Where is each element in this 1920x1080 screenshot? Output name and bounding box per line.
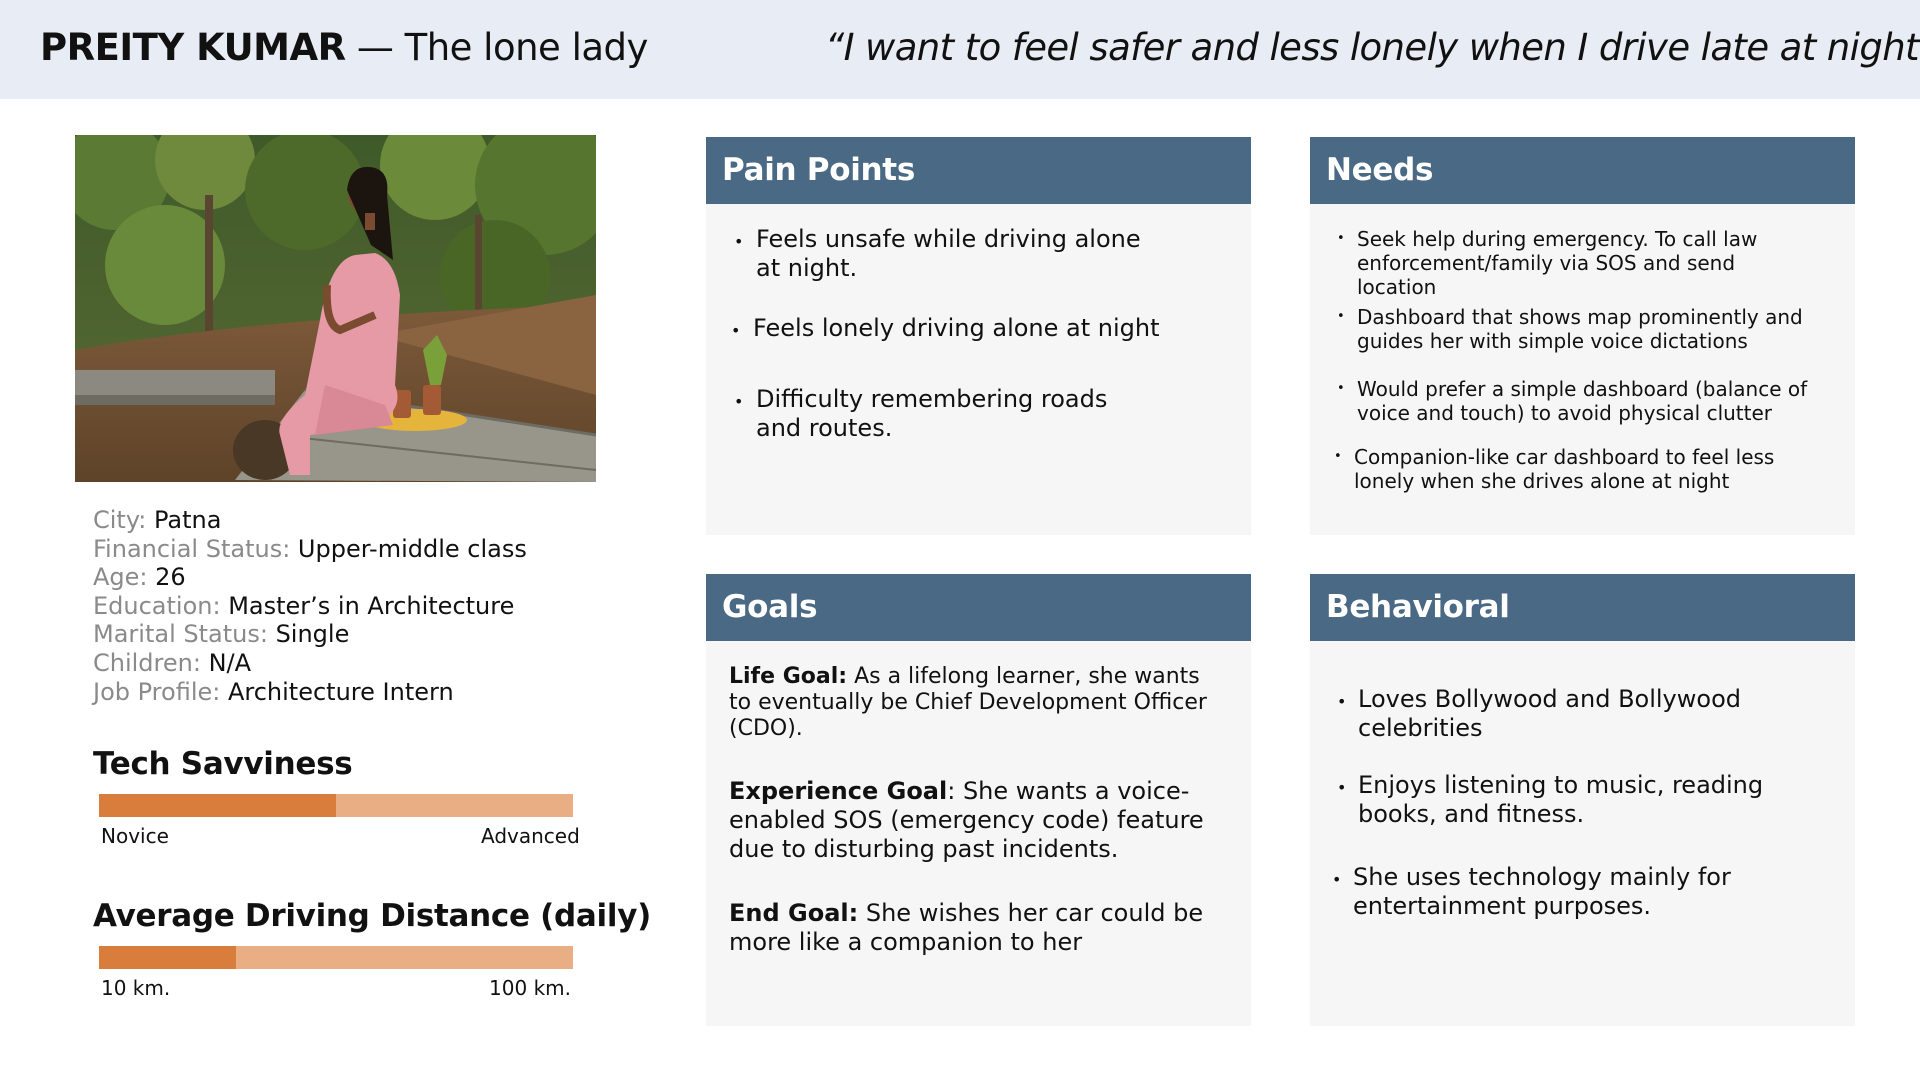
header-band: PREITY KUMAR — The lone lady “I want to … (0, 0, 1920, 99)
behavior-text: Loves Bollywood and Bollywood celebritie… (1358, 685, 1741, 742)
behavioral-card: Behavioral • Loves Bollywood and Bollywo… (1310, 574, 1855, 1026)
profile-label: Children: (93, 648, 209, 677)
profile-label: Marital Status: (93, 620, 276, 649)
bullet: • (1337, 778, 1347, 797)
goal-label: Experience Goal (729, 777, 948, 805)
driving-distance-track (99, 946, 573, 969)
profile-value: Upper-middle class (297, 534, 527, 563)
profile-row-city: City: Patna (93, 506, 527, 535)
tech-savviness-max-label: Advanced (481, 824, 580, 848)
goal-label: End Goal: (729, 899, 859, 927)
bullet: • (1332, 870, 1342, 889)
pain-point-text: Feels lonely driving alone at night (753, 314, 1160, 342)
need-text: Dashboard that shows map prominently and… (1357, 305, 1803, 353)
driving-distance-min-label: 10 km. (101, 976, 171, 1000)
profile-label: Job Profile: (93, 677, 228, 706)
bullet: • (1337, 692, 1347, 711)
profile-value: Patna (154, 506, 222, 534)
bullet: • (734, 392, 744, 411)
profile-row-education: Education: Master’s in Architecture (93, 592, 527, 621)
bullet: • (1337, 309, 1345, 324)
bullet: • (731, 321, 741, 340)
goals-card: Goals Life Goal: As a lifelong learner, … (706, 574, 1251, 1026)
need-text: Seek help during emergency. To call law … (1357, 227, 1758, 299)
profile-row-financial-status: Financial Status: Upper-middle class (93, 535, 527, 564)
pain-point-text: Difficulty remembering roads and routes. (756, 385, 1108, 442)
profile-value: 26 (155, 563, 186, 592)
profile-label: Education: (93, 591, 229, 620)
profile-value: N/A (208, 648, 252, 677)
needs-card: Needs • Seek help during emergency. To c… (1310, 137, 1855, 535)
bullet: • (1337, 381, 1345, 396)
needs-title: Needs (1326, 152, 1434, 188)
bullet: • (1337, 231, 1345, 246)
goal-label: Life Goal: (729, 664, 848, 689)
tech-savviness-min-label: Novice (101, 824, 169, 848)
needs-header: Needs (1310, 137, 1855, 204)
persona-photo (75, 135, 596, 482)
need-text: Companion-like car dashboard to feel les… (1354, 445, 1775, 493)
persona-quote: “I want to feel safer and less lonely wh… (825, 26, 1920, 69)
tech-savviness-track (99, 794, 573, 817)
pain-point-text: Feels unsafe while driving alone at nigh… (756, 225, 1141, 282)
bullet: • (1334, 449, 1342, 464)
life-goal: Life Goal: As a lifelong learner, she wa… (729, 664, 1219, 742)
pain-points-title: Pain Points (722, 152, 915, 188)
tech-savviness-title: Tech Savviness (93, 746, 353, 782)
profile-value: Single (275, 620, 350, 649)
profile-facts: City: Patna Financial Status: Upper-midd… (93, 506, 527, 706)
tech-savviness-fill (99, 794, 336, 817)
profile-value: Architecture Intern (227, 677, 454, 706)
pain-points-card: Pain Points • Feels unsafe while driving… (706, 137, 1251, 535)
persona-name: PREITY KUMAR (40, 26, 346, 69)
behavioral-title: Behavioral (1326, 589, 1510, 625)
bullet: • (734, 232, 744, 251)
experience-goal: Experience Goal: She wants a voice-enabl… (729, 777, 1229, 864)
behavior-text: She uses technology mainly for entertain… (1353, 863, 1731, 920)
pain-points-header: Pain Points (706, 137, 1251, 204)
profile-label: City: (93, 506, 155, 534)
behavioral-header: Behavioral (1310, 574, 1855, 641)
profile-row-children: Children: N/A (93, 649, 527, 678)
goals-title: Goals (722, 589, 818, 625)
driving-distance-title: Average Driving Distance (daily) (93, 898, 651, 934)
profile-label: Age: (93, 563, 156, 592)
need-text: Would prefer a simple dashboard (balance… (1357, 377, 1808, 425)
profile-row-job-profile: Job Profile: Architecture Intern (93, 678, 527, 707)
profile-row-marital-status: Marital Status: Single (93, 620, 527, 649)
behavior-text: Enjoys listening to music, reading books… (1358, 771, 1764, 828)
profile-value: Master’s in Architecture (228, 591, 515, 620)
profile-label: Financial Status: (93, 534, 298, 563)
profile-row-age: Age: 26 (93, 563, 527, 592)
persona-tagline: — The lone lady (345, 26, 649, 69)
goals-header: Goals (706, 574, 1251, 641)
driving-distance-max-label: 100 km. (489, 976, 571, 1000)
persona-title: PREITY KUMAR — The lone lady (40, 24, 648, 72)
driving-distance-fill (99, 946, 237, 969)
end-goal: End Goal: She wishes her car could be mo… (729, 899, 1229, 957)
